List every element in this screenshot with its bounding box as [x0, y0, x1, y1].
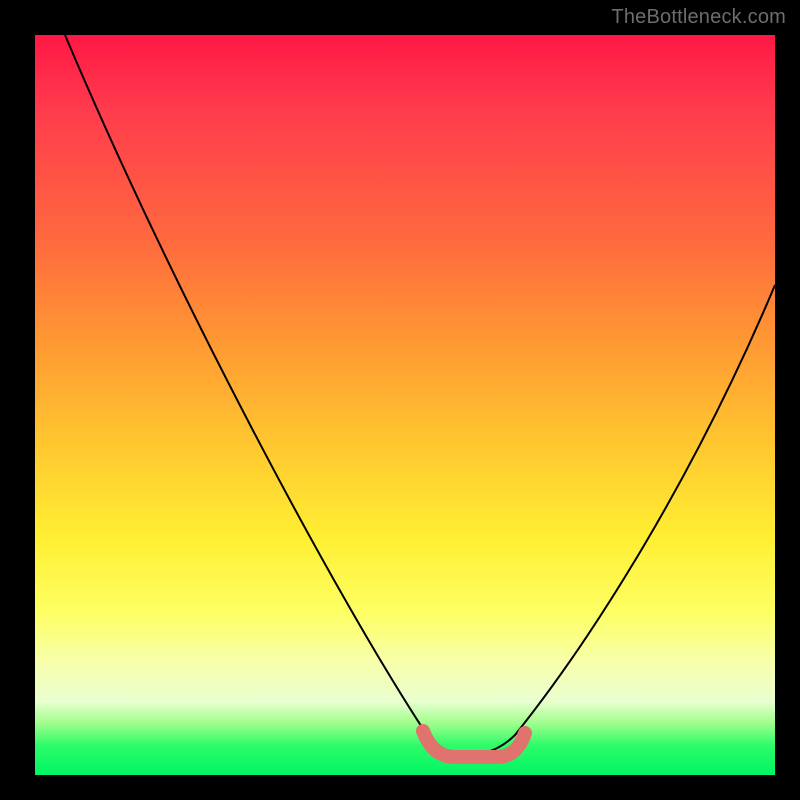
curve-layer: [35, 35, 775, 775]
bottleneck-curve: [65, 35, 775, 755]
watermark-text: TheBottleneck.com: [611, 6, 786, 29]
chart-frame: TheBottleneck.com: [0, 0, 800, 800]
heatmap-background: [35, 35, 775, 775]
valley-highlight: [423, 731, 525, 757]
